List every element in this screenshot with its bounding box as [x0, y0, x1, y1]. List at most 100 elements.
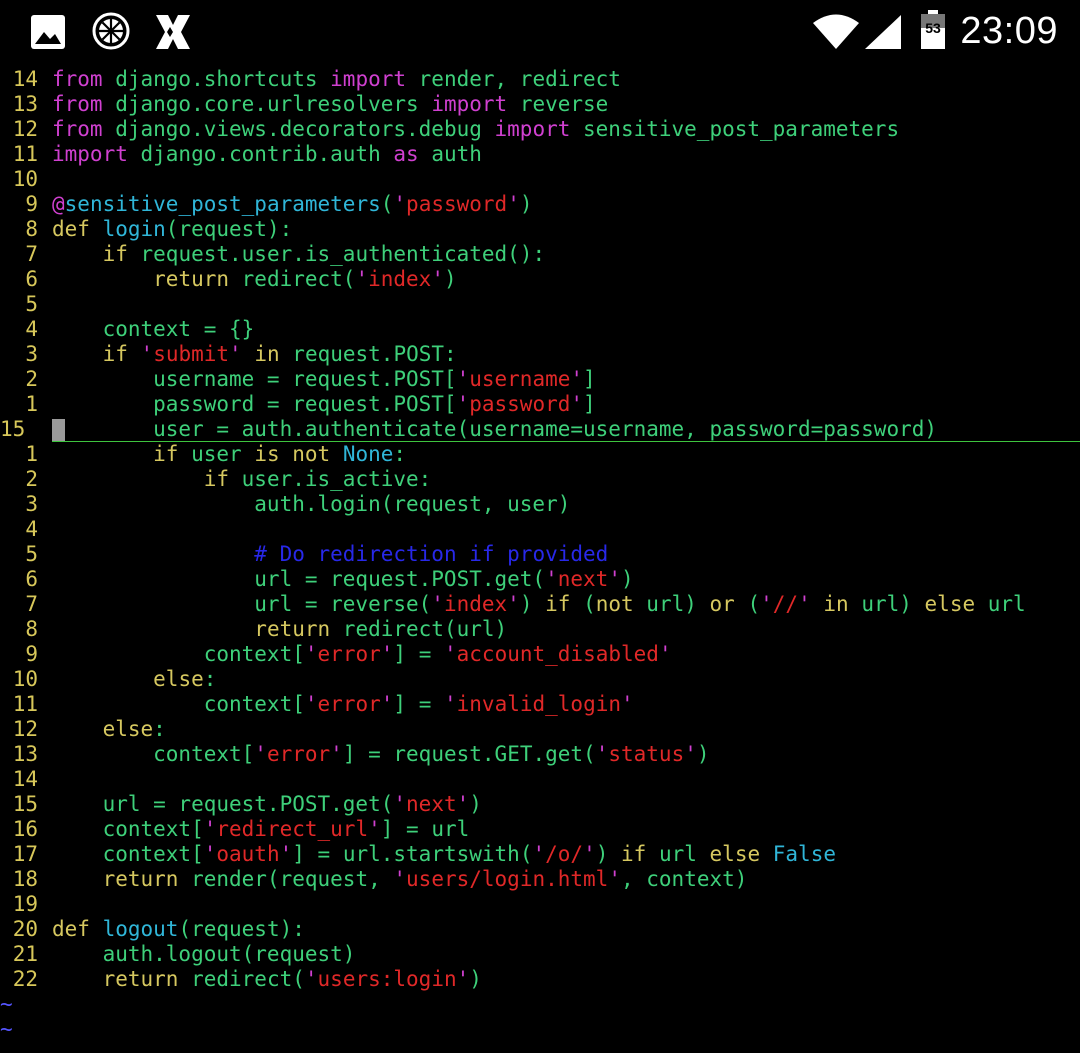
code-line[interactable]: 3 if 'submit' in request.POST: — [0, 342, 1080, 367]
code-text: if 'submit' in request.POST: — [52, 342, 457, 367]
code-token: ' — [330, 742, 343, 766]
code-token: /o/ — [545, 842, 584, 866]
code-line[interactable]: 8 def login(request): — [0, 217, 1080, 242]
code-token: logout — [102, 917, 179, 941]
line-number: 11 — [12, 692, 38, 716]
code-line[interactable]: 2 if user.is_active: — [0, 467, 1080, 492]
code-token: ) — [595, 842, 622, 866]
code-token: auth — [418, 142, 482, 166]
code-token: ' — [380, 642, 394, 666]
code-token: index — [443, 592, 508, 616]
code-token: error — [266, 742, 331, 766]
code-line[interactable]: 16 context['redirect_url'] = url — [0, 817, 1080, 842]
code-token: error — [317, 642, 381, 666]
code-line[interactable]: 10 — [0, 167, 1080, 192]
code-line[interactable]: 9 context['error'] = 'account_disabled' — [0, 642, 1080, 667]
code-line[interactable]: 14 — [0, 767, 1080, 792]
code-token: ' — [380, 692, 394, 716]
app-x-icon — [154, 13, 192, 55]
code-line[interactable]: 8 return redirect(url) — [0, 617, 1080, 642]
code-line[interactable]: 22 return redirect('users:login') — [0, 967, 1080, 992]
code-token: request.user.is_authenticated(): — [127, 242, 546, 266]
code-line[interactable]: 7 url = reverse('index') if (not url) or… — [0, 592, 1080, 617]
line-number: 1 — [25, 392, 38, 416]
code-token: from — [52, 117, 103, 141]
line-number: 4 — [25, 517, 38, 541]
code-line[interactable]: 5 — [0, 292, 1080, 317]
code-line[interactable]: 9 @sensitive_post_parameters('password') — [0, 192, 1080, 217]
vim-editor[interactable]: 14 from django.shortcuts import render, r… — [0, 67, 1080, 1042]
code-token: ( — [570, 592, 596, 616]
code-token: ) — [620, 567, 634, 591]
line-number: 5 — [25, 292, 38, 316]
code-line[interactable]: 1 if user is not None: — [0, 442, 1080, 467]
code-token: redirect_url — [216, 817, 369, 841]
code-line[interactable]: 2 username = request.POST['username'] — [0, 367, 1080, 392]
code-line[interactable]: 7 if request.user.is_authenticated(): — [0, 242, 1080, 267]
code-token: ] = url.startswith( — [292, 842, 533, 866]
code-line[interactable]: 18 return render(request, 'users/login.h… — [0, 867, 1080, 892]
code-line[interactable]: 17 context['oauth'] = url.startswith('/o… — [0, 842, 1080, 867]
code-line[interactable]: 1 password = request.POST['password'] — [0, 392, 1080, 417]
code-token: context[ — [52, 842, 204, 866]
code-token: ' — [254, 742, 267, 766]
code-line[interactable]: 12 from django.views.decorators.debug imp… — [0, 117, 1080, 142]
code-token: auth.login(request, user) — [52, 492, 571, 516]
empty-buffer-line: ~ — [0, 992, 1080, 1017]
code-line[interactable]: 12 else: — [0, 717, 1080, 742]
code-token: ' — [658, 642, 672, 666]
code-token: url — [646, 842, 710, 866]
code-token: render(request, — [178, 867, 394, 891]
code-text: username = request.POST['username'] — [52, 367, 596, 392]
line-number: 17 — [12, 842, 38, 866]
code-text: context['error'] = 'invalid_login' — [52, 692, 634, 717]
code-text: # Do redirection if provided — [52, 542, 608, 567]
line-number: 9 — [25, 642, 38, 666]
code-line[interactable]: 15 url = request.POST.get('next') — [0, 792, 1080, 817]
code-token: next — [557, 567, 609, 591]
line-number: 3 — [25, 492, 38, 516]
code-token: ' — [443, 692, 457, 716]
code-line[interactable]: 14 from django.shortcuts import render, r… — [0, 67, 1080, 92]
code-line[interactable]: 20 def logout(request): — [0, 917, 1080, 942]
code-token: in — [254, 342, 280, 366]
code-line[interactable]: 21 auth.logout(request) — [0, 942, 1080, 967]
code-token: else — [709, 842, 761, 866]
line-number: 3 — [25, 342, 38, 366]
code-line[interactable]: 4 context = {} — [0, 317, 1080, 342]
code-token: from — [52, 67, 103, 91]
code-token: ' — [507, 192, 520, 216]
code-line[interactable]: 4 — [0, 517, 1080, 542]
code-line[interactable]: 10 else: — [0, 667, 1080, 692]
code-token: ' — [229, 342, 242, 366]
code-token: in — [823, 592, 849, 616]
code-line[interactable]: 3 auth.login(request, user) — [0, 492, 1080, 517]
code-token: ] = — [393, 692, 444, 716]
code-token: import — [52, 142, 128, 166]
code-line[interactable]: 6 url = request.POST.get('next') — [0, 567, 1080, 592]
code-line[interactable]: 11 context['error'] = 'invalid_login' — [0, 692, 1080, 717]
code-line[interactable]: 11 import django.contrib.auth as auth — [0, 142, 1080, 167]
code-token: : — [203, 667, 217, 691]
code-line-current[interactable]: 15 user = auth.authenticate(username=use… — [0, 417, 1080, 442]
code-token: // — [772, 592, 799, 616]
line-number: 21 — [12, 942, 38, 966]
code-token: sensitive_post_parameters — [570, 117, 900, 141]
code-line[interactable]: 19 — [0, 892, 1080, 917]
code-token: redirect(url) — [330, 617, 508, 641]
code-line[interactable]: 5 # Do redirection if provided — [0, 542, 1080, 567]
code-text: context = {} — [52, 317, 255, 342]
code-token: ) — [696, 742, 710, 766]
code-line[interactable]: 6 return redirect('index') — [0, 267, 1080, 292]
code-token: django.views.decorators.debug — [102, 117, 495, 141]
code-token: error — [317, 692, 381, 716]
code-line[interactable]: 13 from django.core.urlresolvers import r… — [0, 92, 1080, 117]
code-token: ' — [355, 267, 369, 291]
code-token: status — [608, 742, 685, 766]
code-line[interactable]: 13 context['error'] = request.GET.get('s… — [0, 742, 1080, 767]
line-number: 4 — [25, 317, 38, 341]
code-token: context[ — [52, 742, 255, 766]
